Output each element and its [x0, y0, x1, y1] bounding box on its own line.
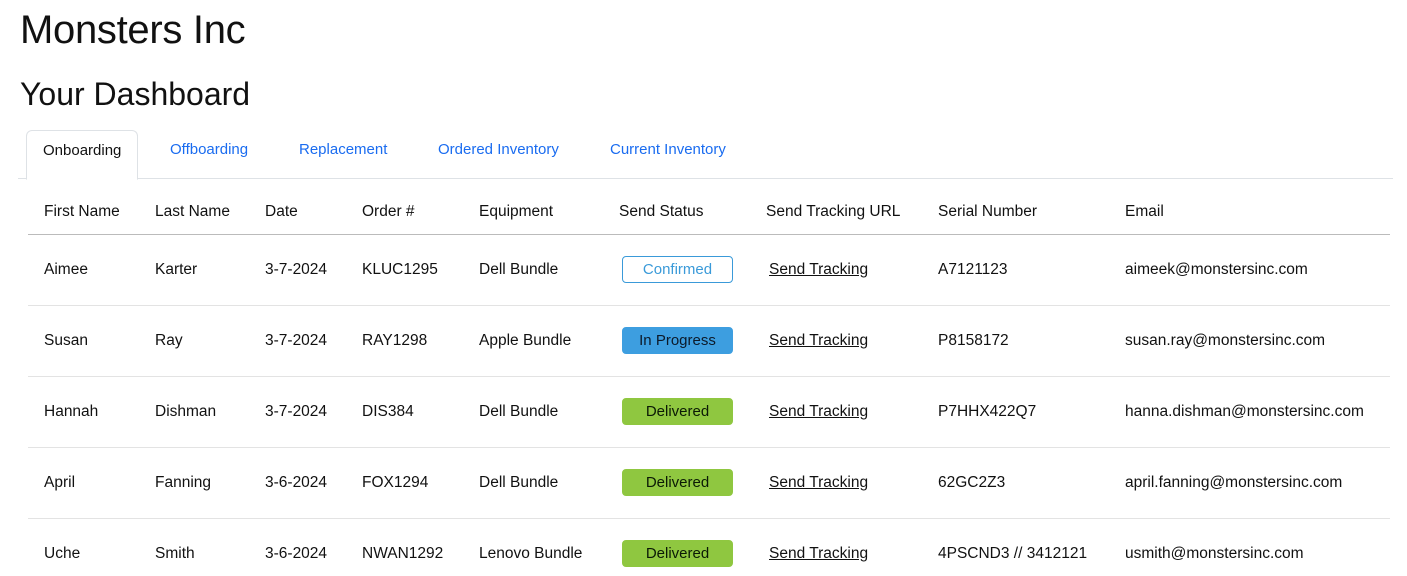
- table-row: Susan Ray 3-7-2024 RAY1298 Apple Bundle …: [28, 305, 1390, 377]
- cell-email: usmith@monstersinc.com: [1125, 544, 1304, 562]
- header-send-status: Send Status: [603, 190, 750, 235]
- status-badge[interactable]: In Progress: [622, 327, 733, 354]
- table-row: Hannah Dishman 3-7-2024 DIS384 Dell Bund…: [28, 376, 1390, 448]
- company-name: Monsters Inc: [20, 8, 246, 52]
- cell-equipment: Dell Bundle: [463, 376, 603, 448]
- cell-equipment: Dell Bundle: [463, 447, 603, 519]
- cell-serial: P8158172: [922, 305, 1109, 377]
- cell-tracking: Send Tracking: [750, 447, 922, 519]
- send-tracking-link[interactable]: Send Tracking: [769, 403, 868, 420]
- tab-ordered-inventory[interactable]: Ordered Inventory: [422, 130, 575, 179]
- cell-serial: P7HHX422Q7: [922, 376, 1109, 448]
- cell-tracking: Send Tracking: [750, 376, 922, 448]
- header-order: Order #: [346, 190, 463, 235]
- send-tracking-link[interactable]: Send Tracking: [769, 545, 868, 562]
- cell-last-name: Karter: [139, 234, 249, 306]
- send-tracking-link[interactable]: Send Tracking: [769, 261, 868, 278]
- table-header-row: First Name Last Name Date Order # Equipm…: [28, 190, 1390, 235]
- header-date: Date: [249, 190, 346, 235]
- cell-tracking: Send Tracking: [750, 234, 922, 306]
- cell-first-name: Susan: [28, 305, 139, 377]
- cell-order: DIS384: [346, 376, 463, 448]
- tab-replacement[interactable]: Replacement: [283, 130, 403, 179]
- header-serial-number: Serial Number: [922, 190, 1109, 235]
- cell-equipment: Apple Bundle: [463, 305, 603, 377]
- cell-first-name: Uche: [44, 544, 81, 562]
- cell-email: hanna.dishman@monstersinc.com: [1109, 376, 1390, 448]
- cell-status: Delivered: [603, 376, 750, 448]
- cell-first-name: April: [28, 447, 139, 519]
- cell-status: Delivered: [603, 447, 750, 519]
- cell-last-name: Fanning: [139, 447, 249, 519]
- header-first-name: First Name: [28, 190, 139, 235]
- cell-order: NWAN1292: [362, 544, 444, 562]
- cell-status: In Progress: [603, 305, 750, 377]
- cell-date: 3-7-2024: [249, 234, 346, 306]
- cell-last-name: Dishman: [139, 376, 249, 448]
- status-badge[interactable]: Delivered: [622, 469, 733, 496]
- header-last-name: Last Name: [139, 190, 249, 235]
- cell-email: susan.ray@monstersinc.com: [1109, 305, 1390, 377]
- tab-current-inventory[interactable]: Current Inventory: [594, 130, 742, 179]
- tab-offboarding[interactable]: Offboarding: [154, 130, 264, 179]
- status-badge[interactable]: Confirmed: [622, 256, 733, 283]
- cell-email: april.fanning@monstersinc.com: [1109, 447, 1390, 519]
- cell-serial: 4PSCND3 // 3412121: [938, 544, 1088, 562]
- cell-status: Confirmed: [603, 234, 750, 306]
- header-equipment: Equipment: [463, 190, 603, 235]
- cell-status: Delivered: [603, 518, 750, 576]
- table-row: April Fanning 3-6-2024 FOX1294 Dell Bund…: [28, 447, 1390, 519]
- header-send-tracking-url: Send Tracking URL: [750, 190, 922, 235]
- table-row: Aimee Karter 3-7-2024 KLUC1295 Dell Bund…: [28, 234, 1390, 306]
- table-row: Uche Smith 3-6-2024 NWAN1292 Lenovo Bund…: [28, 518, 1390, 576]
- send-tracking-link[interactable]: Send Tracking: [769, 332, 868, 349]
- cell-last-name: Ray: [139, 305, 249, 377]
- cell-order: FOX1294: [346, 447, 463, 519]
- page-title: Your Dashboard: [20, 76, 251, 112]
- cell-equipment: Dell Bundle: [463, 234, 603, 306]
- send-tracking-link[interactable]: Send Tracking: [769, 474, 868, 491]
- status-badge[interactable]: Delivered: [622, 540, 733, 568]
- cell-email: aimeek@monstersinc.com: [1109, 234, 1390, 306]
- dashboard-tabs: Onboarding Offboarding Replacement Order…: [18, 130, 1393, 180]
- cell-date: 3-7-2024: [249, 305, 346, 377]
- cell-order: KLUC1295: [346, 234, 463, 306]
- header-email: Email: [1109, 190, 1390, 235]
- tab-onboarding[interactable]: Onboarding: [26, 130, 139, 180]
- cell-serial: A7121123: [922, 234, 1109, 306]
- cell-first-name: Aimee: [28, 234, 139, 306]
- status-badge[interactable]: Delivered: [622, 398, 733, 425]
- cell-tracking: Send Tracking: [750, 305, 922, 377]
- cell-date: 3-6-2024: [249, 447, 346, 519]
- onboarding-table: First Name Last Name Date Order # Equipm…: [28, 190, 1390, 576]
- cell-last-name: Smith: [155, 544, 195, 562]
- cell-order: RAY1298: [346, 305, 463, 377]
- cell-date: 3-7-2024: [249, 376, 346, 448]
- cell-date: 3-6-2024: [265, 544, 328, 562]
- cell-serial: 62GC2Z3: [922, 447, 1109, 519]
- cell-tracking: Send Tracking: [750, 518, 922, 576]
- cell-first-name: Hannah: [28, 376, 139, 448]
- cell-equipment: Lenovo Bundle: [479, 544, 583, 562]
